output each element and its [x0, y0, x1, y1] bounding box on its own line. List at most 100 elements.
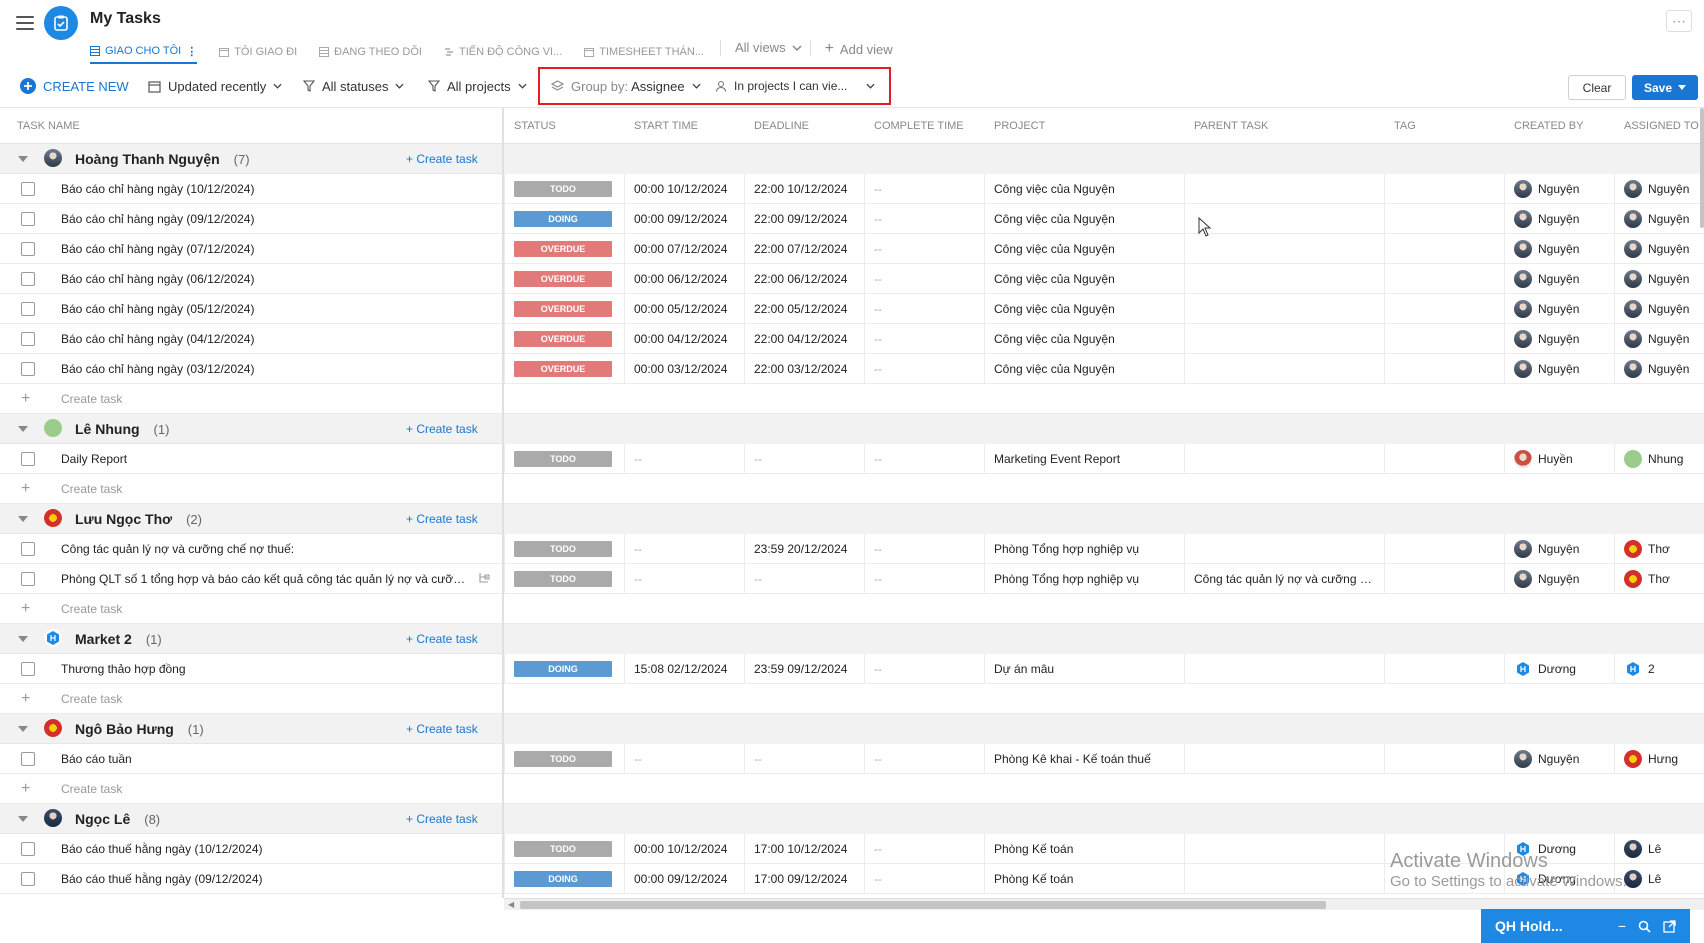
- task-checkbox[interactable]: [21, 752, 35, 766]
- all-views-dropdown[interactable]: All views: [735, 40, 802, 55]
- project[interactable]: Công việc của Nguyện: [994, 302, 1174, 316]
- group-create-task-link[interactable]: + Create task: [406, 512, 478, 526]
- subtask-icon[interactable]: [478, 572, 490, 584]
- collapse-triangle-icon[interactable]: [18, 816, 28, 822]
- status-badge[interactable]: DOING: [514, 871, 612, 887]
- col-task-name[interactable]: Task name: [17, 120, 80, 132]
- col-created-by[interactable]: Created by: [1514, 120, 1583, 132]
- project[interactable]: Công việc của Nguyện: [994, 182, 1174, 196]
- task-checkbox[interactable]: [21, 542, 35, 556]
- tab-timesheet[interactable]: TIMESHEET THÁN...: [584, 40, 704, 64]
- create-task-link[interactable]: Create task: [61, 602, 122, 616]
- project[interactable]: Công việc của Nguyện: [994, 362, 1174, 376]
- project[interactable]: Công việc của Nguyện: [994, 242, 1174, 256]
- status-badge[interactable]: DOING: [514, 211, 612, 227]
- col-status[interactable]: Status: [514, 120, 556, 132]
- clear-button[interactable]: Clear: [1568, 75, 1626, 100]
- project[interactable]: Phòng Tổng hợp nghiệp vụ: [994, 542, 1174, 556]
- project[interactable]: Phòng Kê khai - Kế toán thuế: [994, 752, 1174, 766]
- status-badge[interactable]: OVERDUE: [514, 361, 612, 377]
- task-name[interactable]: Daily Report: [61, 452, 127, 466]
- status-badge[interactable]: OVERDUE: [514, 331, 612, 347]
- plus-icon[interactable]: +: [21, 600, 30, 618]
- task-name[interactable]: Báo cáo tuần: [61, 752, 132, 766]
- task-name[interactable]: Báo cáo chỉ hàng ngày (09/12/2024): [61, 212, 254, 226]
- more-options-icon[interactable]: ⋯: [1666, 10, 1692, 32]
- collapse-triangle-icon[interactable]: [18, 516, 28, 522]
- menu-icon[interactable]: [16, 16, 34, 30]
- create-new-button[interactable]: CREATE NEW: [20, 64, 129, 108]
- create-task-link[interactable]: Create task: [61, 692, 122, 706]
- save-button[interactable]: Save: [1632, 75, 1698, 100]
- task-name[interactable]: Báo cáo chỉ hàng ngày (03/12/2024): [61, 362, 254, 376]
- task-name[interactable]: Báo cáo chỉ hàng ngày (06/12/2024): [61, 272, 254, 286]
- chat-bar[interactable]: QH Hold... −: [1481, 909, 1690, 943]
- status-badge[interactable]: TODO: [514, 181, 612, 197]
- plus-icon[interactable]: +: [21, 690, 30, 708]
- task-checkbox[interactable]: [21, 452, 35, 466]
- task-checkbox[interactable]: [21, 842, 35, 856]
- task-name[interactable]: Công tác quản lý nợ và cưỡng chế nợ thuế…: [61, 542, 294, 556]
- tab-giao-cho-toi[interactable]: GIAO CHO TÔI ⋮: [90, 40, 198, 64]
- group-create-task-link[interactable]: + Create task: [406, 812, 478, 826]
- status-badge[interactable]: TODO: [514, 571, 612, 587]
- group-create-task-link[interactable]: + Create task: [406, 632, 478, 646]
- open-external-icon[interactable]: [1663, 919, 1676, 933]
- status-badge[interactable]: TODO: [514, 841, 612, 857]
- task-checkbox[interactable]: [21, 272, 35, 286]
- project[interactable]: Phòng Tổng hợp nghiệp vụ: [994, 572, 1174, 586]
- tab-toi-giao-di[interactable]: TÔI GIAO ĐI: [219, 40, 297, 64]
- parent-task[interactable]: Công tác quản lý nợ và cưỡng c...: [1194, 572, 1374, 586]
- task-checkbox[interactable]: [21, 212, 35, 226]
- add-view-button[interactable]: + Add view: [825, 40, 893, 58]
- task-checkbox[interactable]: [21, 182, 35, 196]
- task-name[interactable]: Báo cáo chỉ hàng ngày (04/12/2024): [61, 332, 254, 346]
- sort-dropdown[interactable]: Updated recently: [148, 64, 282, 108]
- col-start-time[interactable]: Start time: [634, 120, 698, 132]
- project[interactable]: Phòng Kế toán: [994, 872, 1174, 886]
- status-badge[interactable]: TODO: [514, 751, 612, 767]
- collapse-triangle-icon[interactable]: [18, 156, 28, 162]
- create-task-link[interactable]: Create task: [61, 482, 122, 496]
- status-badge[interactable]: OVERDUE: [514, 301, 612, 317]
- project[interactable]: Dự án mâu: [994, 662, 1174, 676]
- status-badge[interactable]: DOING: [514, 661, 612, 677]
- task-checkbox[interactable]: [21, 662, 35, 676]
- project[interactable]: Phòng Kế toán: [994, 842, 1174, 856]
- project[interactable]: Công việc của Nguyện: [994, 332, 1174, 346]
- status-badge[interactable]: OVERDUE: [514, 271, 612, 287]
- plus-icon[interactable]: +: [21, 480, 30, 498]
- pane-splitter[interactable]: [502, 108, 504, 898]
- status-badge[interactable]: TODO: [514, 541, 612, 557]
- col-project[interactable]: Project: [994, 120, 1045, 132]
- collapse-triangle-icon[interactable]: [18, 726, 28, 732]
- create-task-link[interactable]: Create task: [61, 392, 122, 406]
- col-complete-time[interactable]: Complete time: [874, 120, 964, 132]
- task-checkbox[interactable]: [21, 872, 35, 886]
- task-name[interactable]: Báo cáo thuế hằng ngày (09/12/2024): [61, 872, 263, 886]
- task-name[interactable]: Báo cáo chỉ hàng ngày (10/12/2024): [61, 182, 254, 196]
- create-task-link[interactable]: Create task: [61, 782, 122, 796]
- col-assigned-to[interactable]: Assigned to: [1624, 120, 1699, 132]
- group-create-task-link[interactable]: + Create task: [406, 422, 478, 436]
- plus-icon[interactable]: +: [21, 390, 30, 408]
- task-checkbox[interactable]: [21, 242, 35, 256]
- tab-dang-theo-doi[interactable]: ĐANG THEO DÕI: [319, 40, 422, 64]
- scroll-left-icon[interactable]: ◀: [508, 900, 514, 909]
- status-filter-dropdown[interactable]: All statuses: [303, 64, 405, 108]
- project[interactable]: Công việc của Nguyện: [994, 212, 1174, 226]
- vertical-scrollbar[interactable]: [1700, 108, 1704, 228]
- group-create-task-link[interactable]: + Create task: [406, 152, 478, 166]
- task-name[interactable]: Phòng QLT số 1 tổng hợp và báo cáo kết q…: [61, 572, 471, 586]
- collapse-triangle-icon[interactable]: [18, 426, 28, 432]
- task-checkbox[interactable]: [21, 362, 35, 376]
- status-badge[interactable]: TODO: [514, 451, 612, 467]
- tab-tien-do-cong-viec[interactable]: TIẾN ĐỘ CÔNG VI...: [444, 40, 562, 64]
- col-parent-task[interactable]: Parent task: [1194, 120, 1268, 132]
- plus-icon[interactable]: +: [21, 780, 30, 798]
- scroll-thumb[interactable]: [520, 901, 1326, 909]
- project[interactable]: Marketing Event Report: [994, 452, 1174, 466]
- task-name[interactable]: Thương thảo hợp đồng: [61, 662, 186, 676]
- task-name[interactable]: Báo cáo chỉ hàng ngày (05/12/2024): [61, 302, 254, 316]
- project[interactable]: Công việc của Nguyện: [994, 272, 1174, 286]
